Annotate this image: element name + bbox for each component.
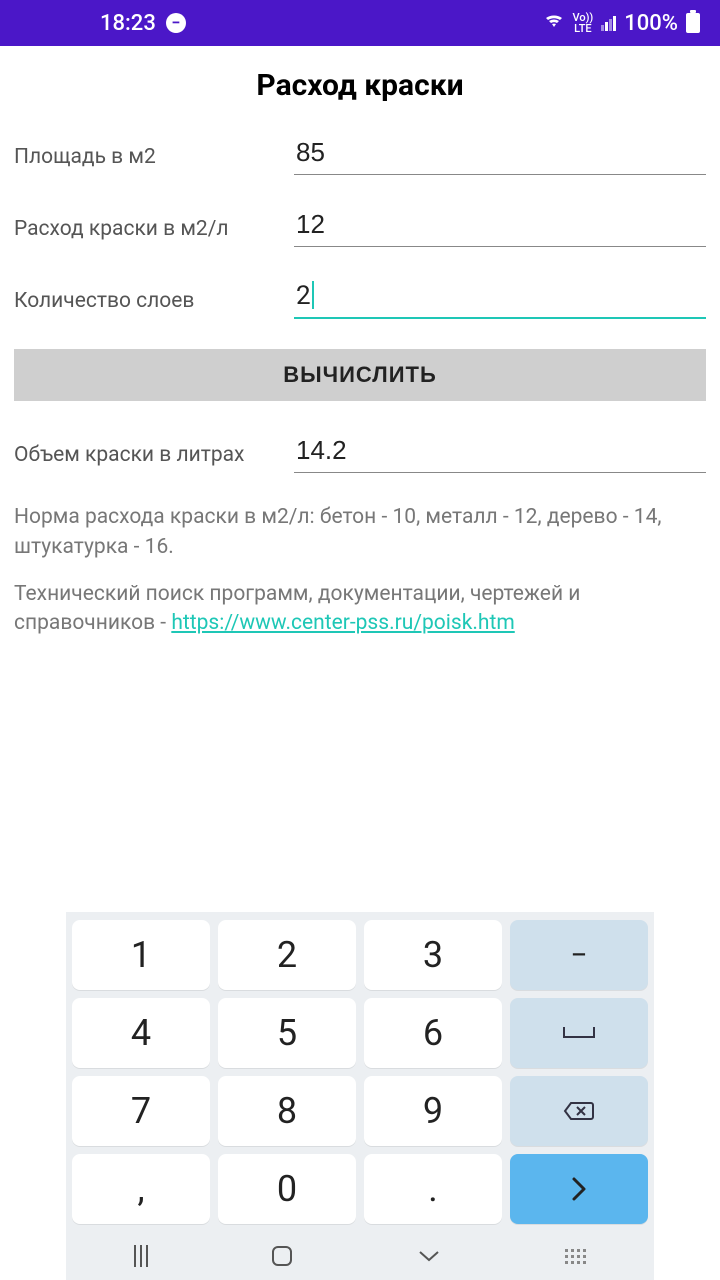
row-area: Площадь в м2 [14,133,706,175]
key-5[interactable]: 5 [218,998,356,1068]
key-3[interactable]: 3 [364,920,502,990]
output-result[interactable] [294,431,706,473]
key-dot[interactable]: . [364,1154,502,1224]
input-rate[interactable] [294,205,706,247]
key-space[interactable] [510,998,648,1068]
key-go[interactable] [510,1154,648,1224]
search-link[interactable]: https://www.center-pss.ru/poisk.htm [171,611,514,635]
nav-recent[interactable] [134,1245,148,1267]
nav-home[interactable] [272,1246,292,1266]
input-area[interactable] [294,133,706,175]
row-layers: Количество слоев 2 [14,277,706,319]
key-6[interactable]: 6 [364,998,502,1068]
row-result: Объем краски в литрах [14,431,706,473]
system-nav-bar [72,1232,648,1280]
calculate-button[interactable]: ВЫЧИСЛИТЬ [14,349,706,401]
search-note: Технический поиск программ, документации… [14,580,706,639]
input-layers[interactable]: 2 [294,277,706,319]
key-0[interactable]: 0 [218,1154,356,1224]
text-caret [312,281,314,309]
key-comma[interactable]: , [72,1154,210,1224]
label-layers: Количество слоев [14,289,294,319]
numeric-keypad: 1 2 3 − 4 5 6 7 8 9 , 0 . [66,912,654,1280]
key-2[interactable]: 2 [218,920,356,990]
label-area: Площадь в м2 [14,145,294,175]
battery-percent: 100% [624,11,678,36]
signal-icon [601,16,616,31]
label-rate: Расход краски в м2/л [14,217,294,247]
page-title: Расход краски [14,68,706,103]
status-bar: 18:23 − Vo)) LTE 100% [0,0,720,46]
key-minus[interactable]: − [510,920,648,990]
key-4[interactable]: 4 [72,998,210,1068]
nav-keyboard-switch[interactable] [565,1249,586,1264]
dnd-icon: − [166,13,186,33]
battery-icon [686,13,700,33]
row-rate: Расход краски в м2/л [14,205,706,247]
volte-icon: Vo)) LTE [572,12,593,34]
nav-collapse-keyboard[interactable] [417,1242,441,1270]
norms-note: Норма расхода краски в м2/л: бетон - 10,… [14,503,706,562]
key-7[interactable]: 7 [72,1076,210,1146]
key-9[interactable]: 9 [364,1076,502,1146]
wifi-icon [544,13,564,34]
key-1[interactable]: 1 [72,920,210,990]
key-backspace[interactable] [510,1076,648,1146]
status-time: 18:23 [100,11,156,36]
key-8[interactable]: 8 [218,1076,356,1146]
label-result: Объем краски в литрах [14,443,294,473]
